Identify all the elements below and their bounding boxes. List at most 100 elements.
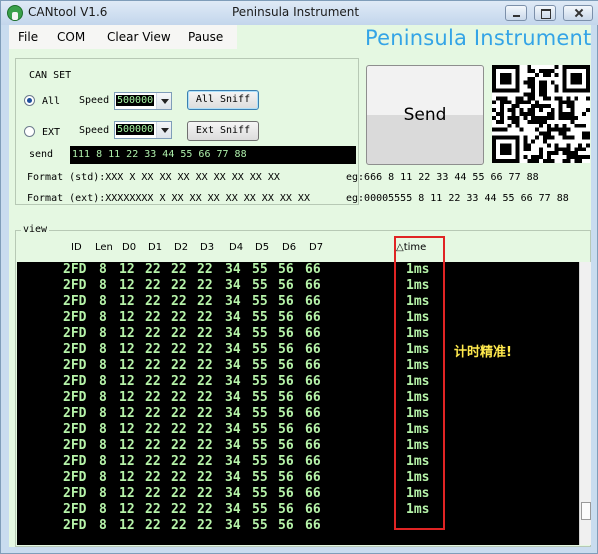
log-cell-d2: 22 — [171, 454, 187, 469]
log-cell-d1: 22 — [145, 406, 161, 421]
log-cell-d3: 22 — [197, 262, 213, 277]
log-cell-len: 8 — [99, 294, 107, 309]
log-cell-d1: 22 — [145, 422, 161, 437]
menu-pause[interactable]: Pause — [188, 30, 223, 44]
log-cell-d5: 55 — [252, 390, 268, 405]
log-cell-d6: 56 — [278, 294, 294, 309]
minimize-button[interactable] — [505, 5, 527, 21]
log-cell-d7: 66 — [305, 518, 321, 533]
log-cell-d3: 22 — [197, 470, 213, 485]
log-cell-d2: 22 — [171, 438, 187, 453]
format-std: Format (std):XXX X XX XX XX XX XX XX XX … — [27, 172, 280, 183]
log-row: 2FD 8 12 22 22 22 34 55 56 66 1ms — [17, 422, 587, 438]
log-cell-d2: 22 — [171, 310, 187, 325]
log-cell-d2: 22 — [171, 486, 187, 501]
log-cell-d0: 12 — [119, 502, 135, 517]
log-cell-d4: 34 — [225, 454, 241, 469]
menu-file[interactable]: File — [18, 30, 38, 44]
log-cell-d6: 56 — [278, 390, 294, 405]
log-cell-id: 2FD — [63, 294, 87, 309]
log-cell-d0: 12 — [119, 422, 135, 437]
log-scrollbar[interactable] — [579, 262, 591, 545]
radio-all-label: All — [42, 96, 61, 107]
log-cell-d3: 22 — [197, 310, 213, 325]
log-cell-d0: 12 — [119, 406, 135, 421]
log-cell-len: 8 — [99, 486, 107, 501]
log-cell-d1: 22 — [145, 486, 161, 501]
log-cell-len: 8 — [99, 326, 107, 341]
log-cell-d6: 56 — [278, 454, 294, 469]
log-cell-d5: 55 — [252, 358, 268, 373]
log-cell-d4: 34 — [225, 342, 241, 357]
log-cell-d7: 66 — [305, 486, 321, 501]
radio-ext[interactable] — [24, 126, 35, 137]
log-cell-d6: 56 — [278, 342, 294, 357]
log-cell-d5: 55 — [252, 454, 268, 469]
client-area: File COM Clear View Pause Peninsula Inst… — [9, 25, 591, 547]
speed-ext-select[interactable]: 500000 — [114, 121, 172, 139]
log-cell-d6: 56 — [278, 502, 294, 517]
log-cell-d6: 56 — [278, 518, 294, 533]
log-cell-id: 2FD — [63, 342, 87, 357]
log-row: 2FD 8 12 22 22 22 34 55 56 66 1ms — [17, 358, 587, 374]
log-row: 2FD 8 12 22 22 22 34 55 56 66 1ms — [17, 470, 587, 486]
log-cell-id: 2FD — [63, 518, 87, 533]
log-cell-d1: 22 — [145, 278, 161, 293]
menu-clear-view[interactable]: Clear View — [107, 30, 171, 44]
title-bar[interactable]: CANtool V1.6 Peninsula Instrument — [1, 1, 598, 25]
log-cell-d0: 12 — [119, 374, 135, 389]
mushroom-app-icon — [7, 5, 23, 21]
log-cell-d1: 22 — [145, 294, 161, 309]
log-cell-d1: 22 — [145, 438, 161, 453]
log-cell-d4: 34 — [225, 518, 241, 533]
log-cell-d5: 55 — [252, 310, 268, 325]
radio-all[interactable] — [24, 95, 35, 106]
log-cell-id: 2FD — [63, 486, 87, 501]
log-cell-d2: 22 — [171, 422, 187, 437]
view-legend: view — [21, 224, 50, 235]
log-cell-d0: 12 — [119, 342, 135, 357]
chevron-down-icon[interactable] — [156, 122, 171, 138]
log-cell-d4: 34 — [225, 502, 241, 517]
speed-all-select[interactable]: 500000 — [114, 92, 172, 110]
log-cell-d7: 66 — [305, 262, 321, 277]
log-cell-d6: 56 — [278, 374, 294, 389]
log-cell-d3: 22 — [197, 326, 213, 341]
log-cell-d0: 12 — [119, 470, 135, 485]
ext-sniff-button[interactable]: Ext Sniff — [187, 121, 259, 141]
log-cell-d0: 12 — [119, 358, 135, 373]
scrollbar-thumb[interactable] — [581, 502, 591, 520]
send-input[interactable]: 111 8 11 22 33 44 55 66 77 88 — [70, 146, 356, 164]
log-cell-d0: 12 — [119, 294, 135, 309]
log-cell-len: 8 — [99, 454, 107, 469]
log-cell-d7: 66 — [305, 422, 321, 437]
log-cell-len: 8 — [99, 422, 107, 437]
chevron-down-icon[interactable] — [156, 93, 171, 109]
close-button[interactable] — [563, 5, 593, 21]
message-log[interactable]: 2FD 8 12 22 22 22 34 55 56 66 1ms 2FD 8 12 22 22 22 34 55 5… — [17, 262, 587, 545]
log-cell-len: 8 — [99, 470, 107, 485]
maximize-button[interactable] — [534, 5, 556, 21]
log-cell-len: 8 — [99, 390, 107, 405]
log-cell-d0: 12 — [119, 390, 135, 405]
all-sniff-button[interactable]: All Sniff — [187, 90, 259, 110]
log-cell-d4: 34 — [225, 278, 241, 293]
log-cell-d2: 22 — [171, 294, 187, 309]
log-cell-d1: 22 — [145, 326, 161, 341]
log-cell-d2: 22 — [171, 390, 187, 405]
log-cell-d6: 56 — [278, 438, 294, 453]
log-cell-id: 2FD — [63, 390, 87, 405]
log-cell-d0: 12 — [119, 518, 135, 533]
log-cell-d3: 22 — [197, 454, 213, 469]
menu-com[interactable]: COM — [57, 30, 85, 44]
log-cell-d1: 22 — [145, 470, 161, 485]
log-cell-d6: 56 — [278, 406, 294, 421]
log-cell-d5: 55 — [252, 502, 268, 517]
log-cell-d1: 22 — [145, 342, 161, 357]
log-cell-d2: 22 — [171, 358, 187, 373]
col-id: ID — [71, 242, 82, 253]
log-cell-id: 2FD — [63, 470, 87, 485]
send-button[interactable]: Send — [366, 65, 484, 165]
log-cell-d6: 56 — [278, 470, 294, 485]
log-row: 2FD 8 12 22 22 22 34 55 56 66 1ms — [17, 438, 587, 454]
